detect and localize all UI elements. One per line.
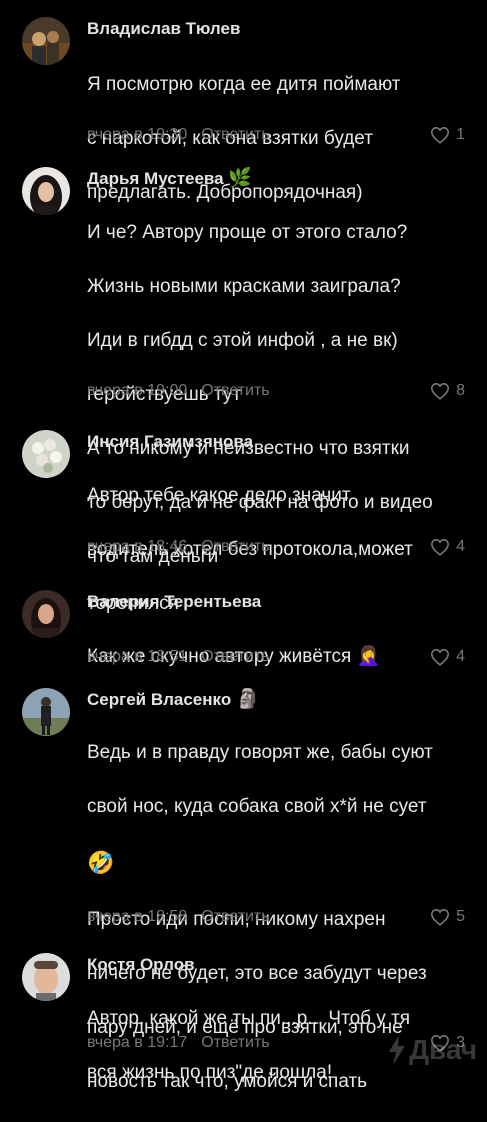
like-count: 8 [456, 382, 465, 399]
heart-outline-icon [431, 648, 450, 666]
like-button[interactable]: 4 [430, 536, 465, 558]
like-count: 4 [456, 538, 465, 555]
author-name[interactable]: Сергей Власенко 🗿 [87, 688, 260, 712]
rofl-emoji-icon: 🤣 [87, 850, 115, 875]
like-button[interactable]: 1 [430, 124, 465, 146]
comment-time[interactable]: вчера в 19:00 [87, 382, 187, 399]
comment-line: Жизнь новыми красками заиграла? [87, 276, 401, 297]
avatar[interactable] [22, 688, 70, 736]
comment-time[interactable]: вчера в 18:58 [87, 908, 187, 925]
leaf-emoji-icon: 🌿 [228, 168, 253, 189]
author-name[interactable]: Дарья Мустеева 🌿 [87, 167, 252, 191]
avatar[interactable] [22, 590, 70, 638]
comment-line: И че? Автору проще от этого стало? [87, 222, 408, 243]
avatar[interactable] [22, 430, 70, 478]
reply-button[interactable]: Ответить [201, 382, 269, 399]
author-name[interactable]: Инсия Газимзянова [87, 430, 253, 454]
reply-button[interactable]: Ответить [201, 648, 269, 665]
comment-meta: вчера в 18:46 Ответить [87, 536, 270, 558]
author-name[interactable]: Костя Орлов [87, 953, 195, 977]
avatar[interactable] [22, 17, 70, 65]
heart-outline-icon [431, 126, 450, 144]
author-name-text: Сергей Власенко [87, 690, 232, 709]
like-button[interactable]: 8 [430, 380, 465, 402]
comment-line: Автор тебе какое дело значит [87, 485, 351, 506]
comment-meta: вчера в 18:58 Ответить [87, 906, 270, 928]
comment-time[interactable]: вчера в 19:17 [87, 1034, 187, 1051]
watermark-text: Двач [409, 1034, 477, 1065]
lightning-icon [389, 1035, 406, 1065]
facepalm-emoji-icon: 🤦‍♀️ [356, 646, 381, 667]
comment-time[interactable]: вчера в 18:51 [87, 648, 187, 665]
reply-button[interactable]: Ответить [201, 126, 269, 143]
reply-button[interactable]: Ответить [201, 1034, 269, 1051]
watermark: Двач [387, 1034, 477, 1066]
avatar[interactable] [22, 167, 70, 215]
like-count: 5 [456, 908, 465, 925]
comment-meta: вчера в 18:51 Ответить [87, 646, 270, 668]
author-name[interactable]: Валерия Терентьева [87, 590, 261, 614]
comment-meta: вчера в 19:30 Ответить [87, 124, 270, 146]
like-button[interactable]: 4 [430, 646, 465, 668]
comment-meta: вчера в 19:00 Ответить [87, 380, 270, 402]
like-count: 4 [456, 648, 465, 665]
comment-time[interactable]: вчера в 19:30 [87, 126, 187, 143]
reply-button[interactable]: Ответить [201, 538, 269, 555]
comment-line: свой нос, куда собака свой х*й не сует [87, 796, 427, 817]
comment-time[interactable]: вчера в 18:46 [87, 538, 187, 555]
author-name[interactable]: Владислав Тюлев [87, 17, 240, 41]
author-name-text: Дарья Мустеева [87, 169, 224, 188]
heart-outline-icon [431, 538, 450, 556]
comment-line: Иди в гибдд с этой инфой , а не вк) [87, 330, 398, 351]
comment-line: Я посмотрю когда ее дитя поймают [87, 74, 401, 95]
comment-line: Автор, какой же ты пи...р... Чтоб у тя [87, 1008, 411, 1029]
like-count: 1 [456, 126, 465, 143]
comment-line: Ведь и в правду говорят же, бабы суют [87, 742, 433, 763]
like-button[interactable]: 5 [430, 906, 465, 928]
moai-emoji-icon: 🗿 [235, 689, 260, 710]
heart-outline-icon [431, 382, 450, 400]
reply-button[interactable]: Ответить [201, 908, 269, 925]
heart-outline-icon [431, 908, 450, 926]
comment-meta: вчера в 19:17 Ответить [87, 1032, 270, 1054]
avatar[interactable] [22, 953, 70, 1001]
